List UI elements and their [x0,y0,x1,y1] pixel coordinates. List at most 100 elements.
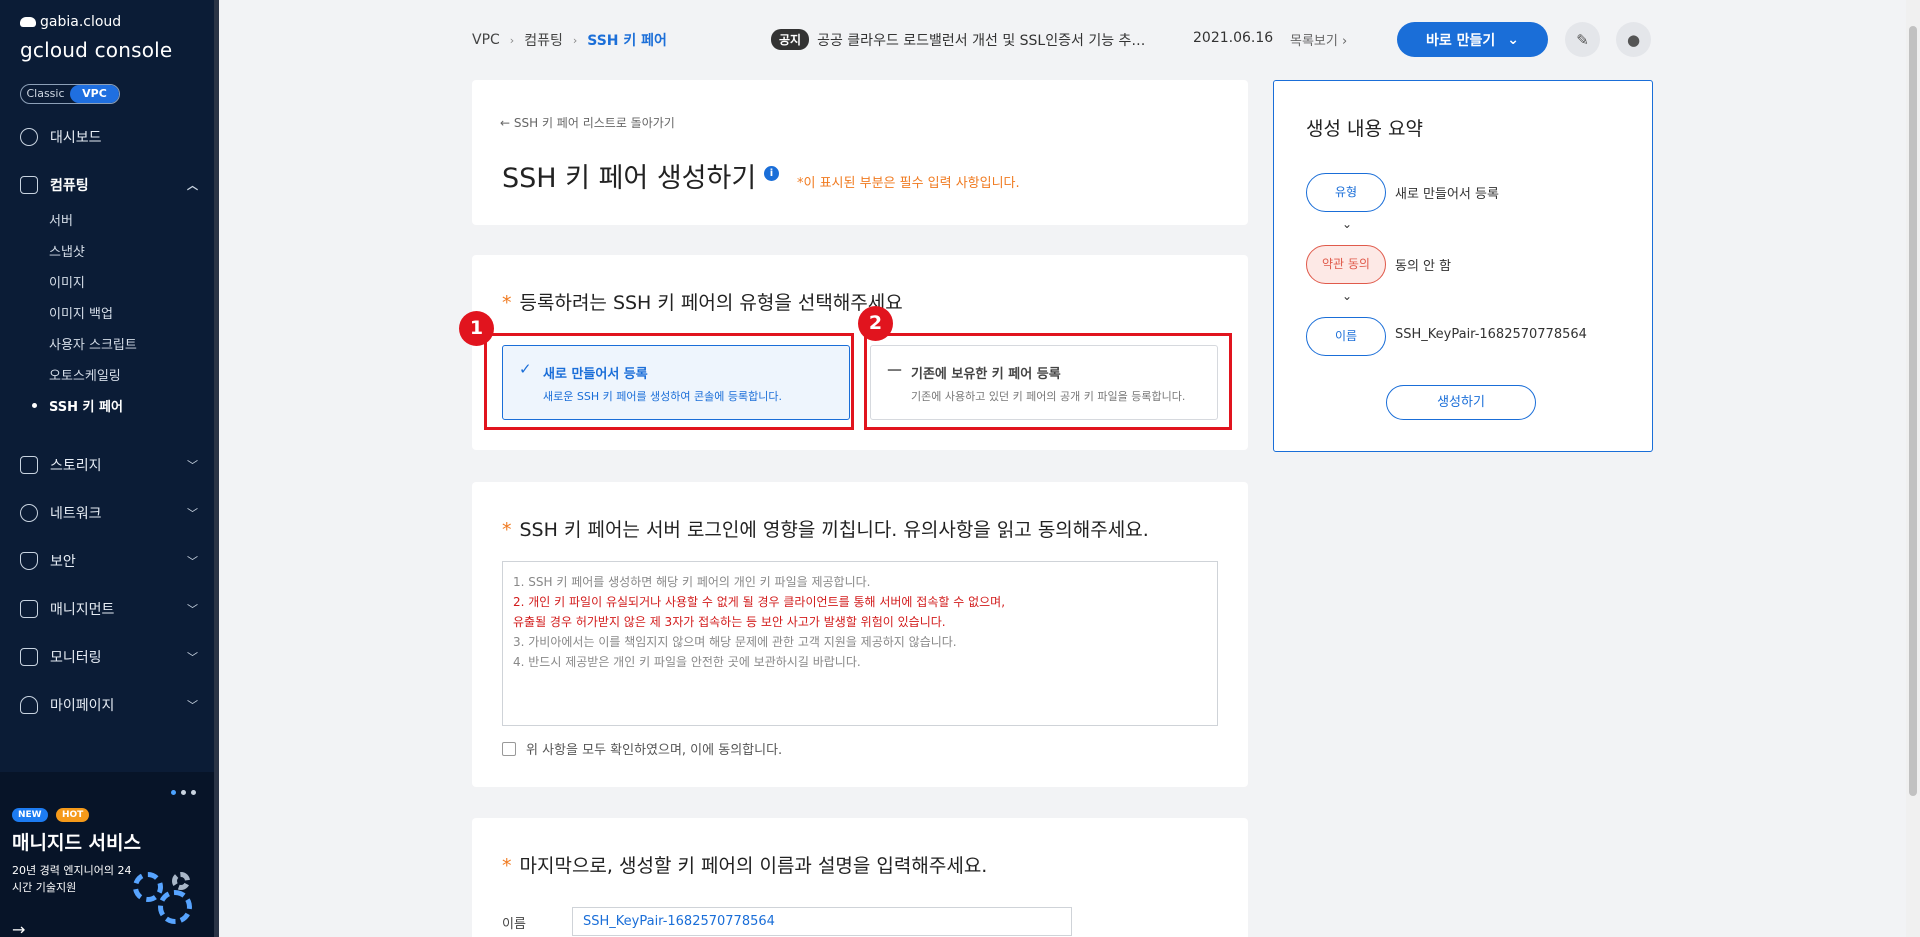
create-button[interactable]: 생성하기 [1386,385,1536,420]
hot-badge: HOT [56,808,90,822]
sidebar-item-label: 매니지먼트 [50,602,115,618]
sidebar-item-label: 스토리지 [50,458,102,474]
sidebar-item-label: 마이페이지 [50,698,115,714]
type-section-title: * 등록하려는 SSH 키 페어의 유형을 선택해주세요 [502,292,903,314]
sidebar-sub-ssh-keypair[interactable]: SSH 키 페어 [32,396,123,415]
chevron-down-icon: ⌄ [1342,289,1353,303]
summary-pill-type: 유형 [1306,173,1386,212]
scrollbar-thumb[interactable] [1909,26,1917,796]
required-note: *이 표시된 부분은 필수 입력 사항입니다. [797,176,1020,191]
sidebar-item-storage[interactable]: 스토리지 ﹀ [20,455,198,475]
notice-text[interactable]: 공공 클라우드 로드밸런서 개선 및 SSL인증서 기능 추… [817,30,1157,50]
sidebar-sub-autoscaling[interactable]: 오토스케일링 [49,365,121,384]
mode-vpc[interactable]: VPC [70,85,119,103]
summary-title: 생성 내용 요약 [1306,118,1423,140]
notice-date: 2021.06.16 [1193,30,1274,46]
name-input[interactable] [572,907,1072,936]
carousel-dots[interactable] [171,790,196,795]
new-badge: NEW [12,808,48,822]
chevron-down-icon: ﹀ [187,459,198,472]
marker-2: 2 [858,306,893,341]
sidebar-item-dashboard[interactable]: 대시보드 [20,127,198,147]
arrow-right-icon[interactable]: → [12,920,25,937]
sidebar-item-label: 보안 [50,554,76,570]
info-icon[interactable]: i [764,166,779,181]
chat-button[interactable]: ✎ [1565,22,1600,57]
sidebar-item-mypage[interactable]: 마이페이지 ﹀ [20,695,198,715]
terms-line: 1. SSH 키 페어를 생성하면 해당 키 페어의 개인 키 파일을 제공합니… [513,575,871,589]
sidebar-item-label: 모니터링 [50,650,102,666]
back-link-label: SSH 키 페어 리스트로 돌아가기 [513,116,675,130]
agree-row[interactable]: 위 사항을 모두 확인하였으며, 이에 동의합니다. [502,739,782,758]
highlight-box-2 [864,333,1232,430]
sidebar-item-monitoring[interactable]: 모니터링 ﹀ [20,647,198,667]
sidebar-item-label: 컴퓨팅 [50,178,89,194]
summary-panel: 생성 내용 요약 유형 새로 만들어서 등록 ⌄ 약관 동의 동의 안 함 ⌄ … [1273,80,1653,452]
gear-icon [158,890,192,924]
sidebar-sub-server[interactable]: 서버 [49,210,73,229]
breadcrumb: VPC › 컴퓨팅 › SSH 키 페어 [472,30,667,50]
marker-1: 1 [459,311,494,346]
mode-toggle[interactable]: Classic VPC [20,84,120,104]
highlight-box-1 [484,333,854,430]
chevron-down-icon: ﹀ [187,555,198,568]
summary-pill-terms: 약관 동의 [1306,245,1386,284]
chevron-down-icon: ﹀ [187,651,198,664]
user-icon [20,696,38,714]
chevron-down-icon: ﹀ [187,507,198,520]
breadcrumb-vpc[interactable]: VPC [472,32,500,48]
chevron-down-icon: ﹀ [187,699,198,712]
make-now-label: 바로 만들기 [1425,32,1496,49]
summary-pill-name: 이름 [1306,317,1386,356]
page-scrollbar[interactable] [1906,0,1920,937]
sidebar-sub-snapshot[interactable]: 스냅샷 [49,241,85,260]
chevron-right-icon: › [572,33,578,47]
promo-banner[interactable]: NEW HOT 매니지드 서비스 20년 경력 엔지니어의 24시간 기술지원 … [0,772,214,937]
console-title[interactable]: gcloud console [20,38,172,62]
name-section-title: * 마지막으로, 생성할 키 페어의 이름과 설명을 입력해주세요. [502,855,988,877]
mode-classic[interactable]: Classic [21,85,70,103]
header-card: ← SSH 키 페어 리스트로 돌아가기 SSH 키 페어 생성하기 i *이 … [472,80,1248,225]
chevron-down-icon: ⌄ [1342,217,1353,231]
terms-line: 3. 가비아에서는 이를 책임지지 않으며 해당 문제에 관한 고객 지원을 제… [513,635,957,649]
terms-line: 4. 반드시 제공받은 개인 키 파일을 안전한 곳에 보관하시길 바랍니다. [513,655,861,669]
breadcrumb-current: SSH 키 페어 [587,33,667,49]
notice-tag: 공지 [771,29,810,50]
chevron-right-icon: › [509,33,515,47]
logo-top-text: gabia.cloud [40,14,122,30]
make-now-button[interactable]: 바로 만들기 ⌄ [1397,22,1548,57]
monitor-icon [20,648,38,666]
sidebar-sub-image[interactable]: 이미지 [49,272,85,291]
gear-icon [133,872,163,902]
terms-line-warning: 유출될 경우 허가받지 않은 제 3자가 접속하는 등 보안 사고가 발생할 위… [513,615,946,629]
sidebar-item-computing[interactable]: 컴퓨팅 ︿ [20,175,198,195]
chevron-up-icon: ︿ [187,179,198,192]
cloud-logo-icon [20,17,36,27]
breadcrumb-computing[interactable]: 컴퓨팅 [524,30,563,50]
sidebar-scrollbar[interactable] [214,0,219,937]
profile-button[interactable]: ● [1616,22,1651,57]
notice-more-link[interactable]: 목록보기 › [1290,30,1347,49]
summary-value-name: SSH_KeyPair-1682570778564 [1395,327,1587,342]
sidebar-item-network[interactable]: 네트워크 ﹀ [20,503,198,523]
notice[interactable]: 공지 공공 클라우드 로드밸런서 개선 및 SSL인증서 기능 추… [771,29,1157,50]
terms-textarea[interactable]: 1. SSH 키 페어를 생성하면 해당 키 페어의 개인 키 파일을 제공합니… [502,561,1218,726]
summary-value-terms: 동의 안 함 [1395,259,1452,274]
chevron-down-icon: ⌄ [1507,31,1519,48]
gear-icon [172,872,190,890]
agree-label[interactable]: 위 사항을 모두 확인하였으며, 이에 동의합니다. [526,739,782,758]
notice-more-label: 목록보기 [1290,34,1338,49]
sidebar-item-management[interactable]: 매니지먼트 ﹀ [20,599,198,619]
agree-checkbox[interactable] [502,741,516,756]
storage-icon [20,456,38,474]
sidebar-sub-image-backup[interactable]: 이미지 백업 [49,303,113,322]
chevron-down-icon: ﹀ [187,603,198,616]
back-link[interactable]: ← SSH 키 페어 리스트로 돌아가기 [500,114,675,131]
sidebar-sub-user-script[interactable]: 사용자 스크립트 [49,334,137,353]
logo[interactable]: gabia.cloud [20,14,121,30]
management-icon [20,600,38,618]
dashboard-icon [20,128,38,146]
promo-subtitle: 20년 경력 엔지니어의 24시간 기술지원 [12,864,132,894]
sidebar-item-label: 네트워크 [50,506,102,522]
sidebar-item-security[interactable]: 보안 ﹀ [20,551,198,571]
